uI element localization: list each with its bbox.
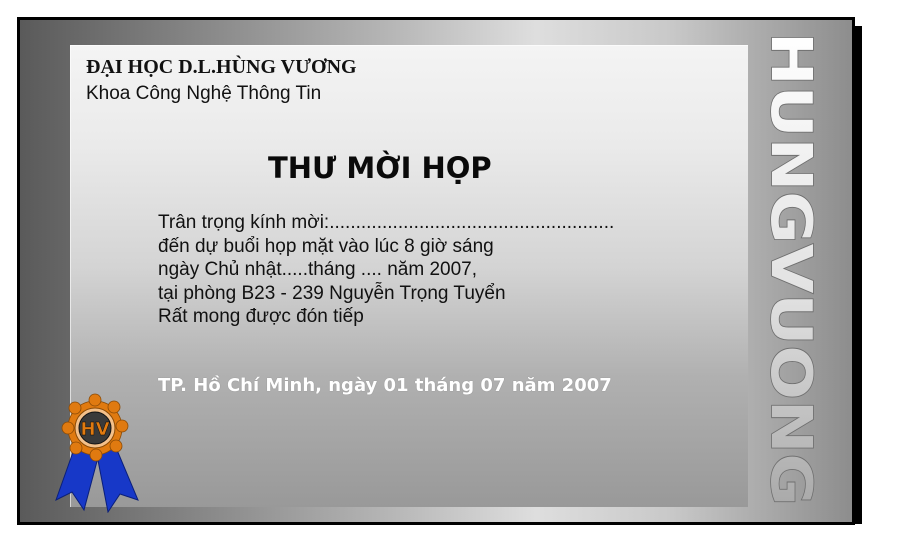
body-line-time: đến dự buổi họp mặt vào lúc 8 giờ sáng [158,235,494,257]
body-line-location: tại phòng B23 - 239 Nguyễn Trọng Tuyển [158,282,506,304]
award-ribbon-icon: HV [55,393,139,513]
university-name: ĐẠI HỌC D.L.HÙNG VƯƠNG [86,56,357,78]
invitation-body: Trân trọng kính mời:....................… [158,211,614,329]
body-line-date: ngày Chủ nhật.....tháng .... năm 2007, [158,259,477,280]
body-line-closing: Rất mong được đón tiếp [158,306,364,327]
seal-text: HV [81,419,110,440]
invitation-title: THƯ MỜI HỌP [268,151,492,185]
issue-date-line: TP. Hồ Chí Minh, ngày 01 tháng 07 năm 20… [158,375,612,396]
invitation-card: ĐẠI HỌC D.L.HÙNG VƯƠNG Khoa Công Nghệ Th… [17,17,855,525]
invitation-page: ĐẠI HỌC D.L.HÙNG VƯƠNG Khoa Công Nghệ Th… [0,0,899,547]
faculty-name: Khoa Công Nghệ Thông Tin [86,83,322,104]
vertical-brand-text: HUNGVUONG [762,32,823,506]
body-line-invitee: Trân trọng kính mời:....................… [158,212,615,233]
vertical-brand-wordmark: HUNGVUONG [762,31,824,507]
